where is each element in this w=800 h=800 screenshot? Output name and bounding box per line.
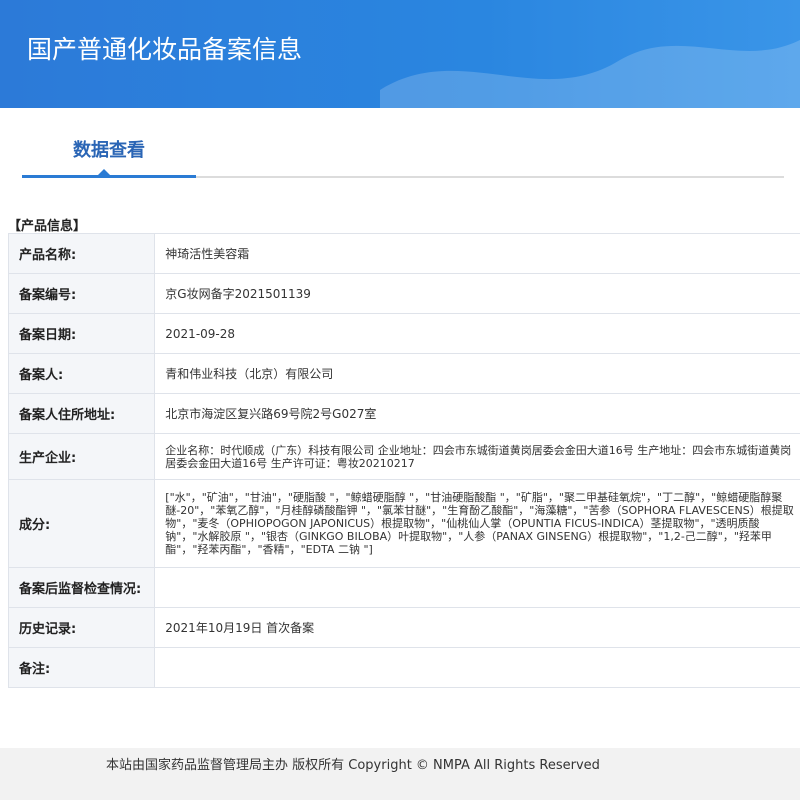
row-value-product-name: 神琦活性美容霜 xyxy=(154,233,800,274)
row-value-history: 2021年10月19日 首次备案 xyxy=(154,607,800,648)
table-row: 生产企业: 企业名称：时代顺成（广东）科技有限公司 企业地址：四会市东城街道黄岗… xyxy=(7,433,800,480)
row-value-registrant: 青和伟业科技（北京）有限公司 xyxy=(154,353,800,394)
tab-active-underline xyxy=(22,175,196,178)
table-row: 备案编号: 京G妆网备字2021501139 xyxy=(7,273,800,314)
row-label-history: 历史记录: xyxy=(7,607,156,648)
row-label-post-inspection: 备案后监督检查情况: xyxy=(7,567,156,608)
page-header: 国产普通化妆品备案信息 xyxy=(0,0,800,108)
row-value-manufacturer: 企业名称：时代顺成（广东）科技有限公司 企业地址：四会市东城街道黄岗居委会金田大… xyxy=(154,433,800,480)
tab-bar: 数据查看 xyxy=(22,118,784,180)
table-row: 历史记录: 2021年10月19日 首次备案 xyxy=(7,607,800,648)
tab-data-view-label: 数据查看 xyxy=(73,140,145,161)
row-value-registrant-address: 北京市海淀区复兴路69号院2号G027室 xyxy=(154,393,800,434)
row-value-record-number: 京G妆网备字2021501139 xyxy=(154,273,800,314)
tab-active-caret-icon xyxy=(98,169,110,175)
product-info-table: 产品名称: 神琦活性美容霜 备案编号: 京G妆网备字2021501139 备案日… xyxy=(7,233,800,688)
row-label-ingredients: 成分: xyxy=(7,479,156,568)
row-value-record-date: 2021-09-28 xyxy=(154,313,800,354)
row-label-record-number: 备案编号: xyxy=(7,273,156,314)
row-label-product-name: 产品名称: xyxy=(7,233,156,274)
row-value-ingredients: ["水"，"矿油"，"甘油"，"硬脂酸 "，"鲸蜡硬脂醇 "，"甘油硬脂酸酯 "… xyxy=(154,479,800,568)
section-title-product-info: 【产品信息】 xyxy=(8,219,87,234)
table-row: 备案人住所地址: 北京市海淀区复兴路69号院2号G027室 xyxy=(7,393,800,434)
table-row: 成分: ["水"，"矿油"，"甘油"，"硬脂酸 "，"鲸蜡硬脂醇 "，"甘油硬脂… xyxy=(7,479,800,568)
row-value-remarks xyxy=(154,647,800,688)
footer-copyright: 本站由国家药品监督管理局主办 版权所有 Copyright © NMPA All… xyxy=(106,758,600,773)
row-label-remarks: 备注: xyxy=(7,647,156,688)
header-decoration-waves xyxy=(380,40,800,108)
table-row: 备案后监督检查情况: xyxy=(7,567,800,608)
page-footer: 本站由国家药品监督管理局主办 版权所有 Copyright © NMPA All… xyxy=(0,748,800,800)
row-label-registrant: 备案人: xyxy=(7,353,156,394)
row-label-registrant-address: 备案人住所地址: xyxy=(7,393,156,434)
row-value-post-inspection xyxy=(154,567,800,608)
row-label-manufacturer: 生产企业: xyxy=(7,433,156,480)
tab-data-view[interactable]: 数据查看 xyxy=(22,118,196,176)
row-label-record-date: 备案日期: xyxy=(7,313,156,354)
table-row: 产品名称: 神琦活性美容霜 xyxy=(7,233,800,274)
table-row: 备注: xyxy=(7,647,800,688)
table-row: 备案日期: 2021-09-28 xyxy=(7,313,800,354)
page-title: 国产普通化妆品备案信息 xyxy=(27,35,303,64)
table-row: 备案人: 青和伟业科技（北京）有限公司 xyxy=(7,353,800,394)
